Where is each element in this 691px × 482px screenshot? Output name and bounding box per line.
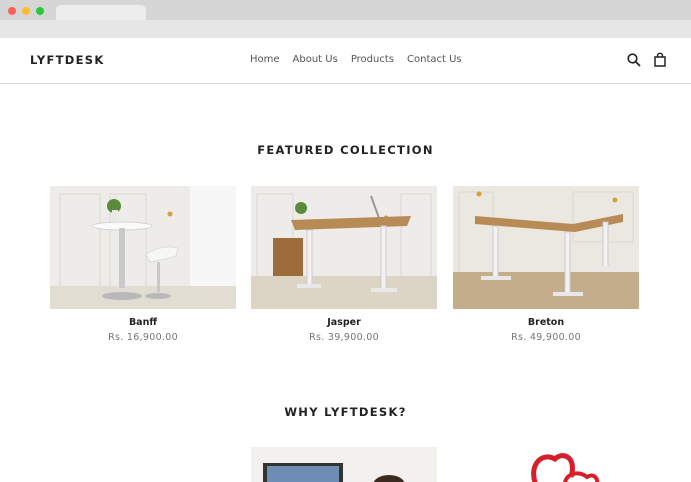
- product-image-jasper[interactable]: [251, 186, 437, 309]
- product-price: Rs. 39,900.00: [309, 332, 379, 343]
- store-logo[interactable]: LYFTDESK: [30, 53, 105, 67]
- product-image-breton[interactable]: [453, 186, 639, 309]
- maximize-window-icon[interactable]: [36, 7, 44, 15]
- product-card-jasper[interactable]: Jasper Rs. 39,900.00: [251, 186, 437, 343]
- site-header: LYFTDESK Home About Us Products Contact …: [0, 38, 691, 84]
- close-window-icon[interactable]: [8, 7, 16, 15]
- nav-home[interactable]: Home: [250, 54, 280, 65]
- why-lyftdesk-title: WHY LYFTDESK?: [284, 405, 407, 419]
- why-image-office: [251, 447, 437, 482]
- nav-products[interactable]: Products: [351, 54, 394, 65]
- featured-collection-title: FEATURED COLLECTION: [257, 143, 434, 157]
- browser-tab[interactable]: [56, 5, 146, 20]
- product-name[interactable]: Banff: [50, 317, 236, 328]
- minimize-window-icon[interactable]: [22, 7, 30, 15]
- cart-icon[interactable]: [652, 52, 668, 68]
- why-image-heart: [527, 447, 607, 482]
- product-name[interactable]: Jasper: [251, 317, 437, 328]
- product-price: Rs. 49,900.00: [511, 332, 581, 343]
- product-name[interactable]: Breton: [453, 317, 639, 328]
- nav-about-us[interactable]: About Us: [293, 54, 338, 65]
- product-card-banff[interactable]: Banff Rs. 16,900.00: [50, 186, 236, 343]
- product-image-banff[interactable]: [50, 186, 236, 309]
- nav-contact-us[interactable]: Contact Us: [407, 54, 462, 65]
- main-nav: Home About Us Products Contact Us: [250, 54, 475, 65]
- product-card-breton[interactable]: Breton Rs. 49,900.00: [453, 186, 639, 343]
- browser-chrome: [0, 0, 691, 38]
- product-price: Rs. 16,900.00: [108, 332, 178, 343]
- search-icon[interactable]: [626, 52, 642, 68]
